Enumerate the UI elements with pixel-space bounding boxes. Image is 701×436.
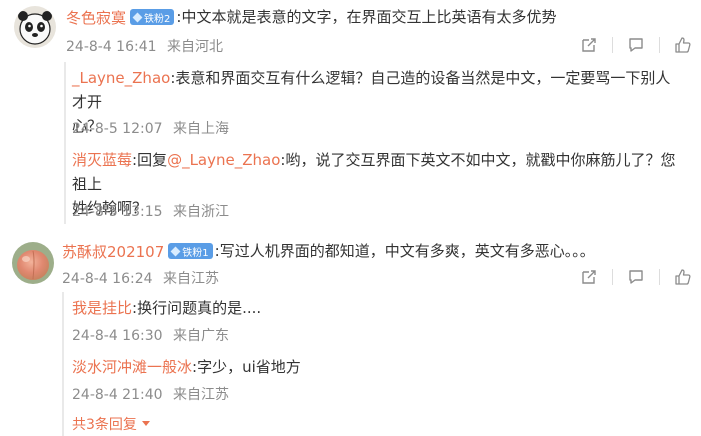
peach-avatar-icon xyxy=(12,242,54,284)
reply-text: :字少，ui省地方 xyxy=(192,358,301,376)
divider xyxy=(612,269,613,285)
fan-badge[interactable]: 铁粉1 xyxy=(168,243,213,259)
share-icon[interactable] xyxy=(580,36,598,54)
reply-divider xyxy=(62,292,64,436)
reply-location: 来自江苏 xyxy=(172,387,229,403)
reply-time: 24-8-4 21:40 xyxy=(72,387,163,403)
reply-time: 24-8-5 13:15 xyxy=(72,204,163,220)
caret-down-icon xyxy=(141,421,150,426)
diamond-icon xyxy=(170,246,181,256)
comment-icon[interactable] xyxy=(627,268,645,286)
comment-icon[interactable] xyxy=(627,36,645,54)
more-replies-label: 共3条回复 xyxy=(72,417,137,433)
divider xyxy=(659,37,660,53)
comment-actions: 81 xyxy=(580,268,701,286)
fan-badge[interactable]: 铁粉2 xyxy=(130,9,175,25)
reply-text: :换行问题真的是.... xyxy=(132,299,262,317)
reply-item: 我是挂比:换行问题真的是.... xyxy=(72,296,261,320)
comment-time: 24-8-4 16:24 xyxy=(62,271,153,287)
reply-time: 24-8-5 12:07 xyxy=(72,121,163,137)
divider xyxy=(659,269,660,285)
comment-location: 来自江苏 xyxy=(162,271,219,287)
reply-divider xyxy=(64,62,66,224)
divider xyxy=(612,37,613,53)
comment-time: 24-8-4 16:41 xyxy=(66,39,157,55)
reply-time: 24-8-4 16:30 xyxy=(72,328,163,344)
comment-text: :写过人机界面的都知道，中文有多爽，英文有多恶心。。。 xyxy=(214,242,595,260)
reply-prefix: :回复 xyxy=(132,151,168,169)
reply-item: 淡水河冲滩一般冰:字少，ui省地方 xyxy=(72,355,301,379)
comment-username[interactable]: 苏酥叔202107 xyxy=(62,241,164,262)
reply-location: 来自上海 xyxy=(172,121,229,137)
share-icon[interactable] xyxy=(580,268,598,286)
reply-username[interactable]: 淡水河冲滩一般冰 xyxy=(72,358,192,376)
mention-link[interactable]: @_Layne_Zhao xyxy=(167,151,280,169)
reply-username[interactable]: 我是挂比 xyxy=(72,299,132,317)
comment-actions: 50 xyxy=(580,36,701,54)
reply-location: 来自浙江 xyxy=(172,204,229,220)
like-icon[interactable] xyxy=(674,268,692,286)
reply-location: 来自广东 xyxy=(172,328,229,344)
comment-location: 来自河北 xyxy=(166,39,223,55)
reply-username[interactable]: 消灭蓝莓 xyxy=(72,151,132,169)
diamond-icon xyxy=(132,12,143,22)
avatar[interactable] xyxy=(12,242,54,284)
avatar[interactable] xyxy=(14,6,56,48)
reply-username[interactable]: _Layne_Zhao xyxy=(72,69,170,87)
more-replies-button[interactable]: 共3条回复 xyxy=(72,414,151,434)
panda-avatar-icon xyxy=(14,6,56,48)
comment-username[interactable]: 冬色寂寞 xyxy=(66,7,126,28)
comment-text: :中文本就是表意的文字，在界面交互上比英语有太多优势 xyxy=(176,8,557,26)
like-icon[interactable] xyxy=(674,36,692,54)
